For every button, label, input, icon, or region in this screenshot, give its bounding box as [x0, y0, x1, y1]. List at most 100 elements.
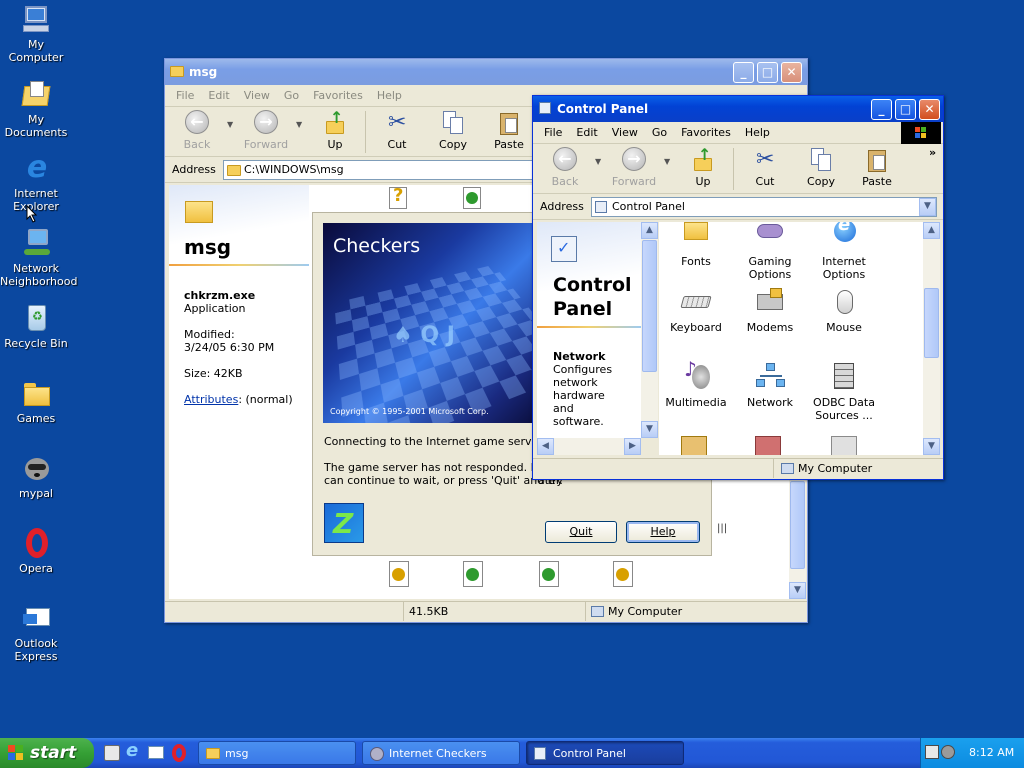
help-file-icon[interactable]: ?: [387, 185, 411, 209]
up-button[interactable]: ↑ Up: [315, 108, 355, 151]
up-label: Up: [695, 175, 711, 188]
cp-item-gaming-options[interactable]: Gaming Options: [733, 222, 807, 281]
maximize-button[interactable]: □: [757, 62, 778, 83]
cp-item-mouse[interactable]: Mouse: [807, 286, 881, 334]
opera-icon[interactable]: [172, 744, 186, 762]
menu-go[interactable]: Go: [284, 89, 299, 102]
forward-dropdown-icon[interactable]: ▼: [296, 120, 302, 129]
address-input[interactable]: Control Panel ▼: [591, 197, 937, 217]
exe-file-icon[interactable]: [537, 559, 561, 589]
minimize-button[interactable]: _: [733, 62, 754, 83]
back-dropdown-icon[interactable]: ▼: [227, 120, 233, 129]
back-button[interactable]: ← Back: [543, 147, 587, 188]
taskbar-button-msg[interactable]: msg: [198, 741, 356, 765]
scrollbar-thumb[interactable]: [642, 240, 657, 372]
scroll-left-arrow-icon[interactable]: ◀: [537, 438, 554, 455]
tray-app-icon[interactable]: [925, 745, 939, 759]
maximize-button[interactable]: □: [895, 99, 916, 120]
desktop-icon-games[interactable]: Games: [0, 377, 72, 425]
forward-arrow-icon: →: [622, 147, 646, 171]
menu-help[interactable]: Help: [745, 126, 770, 139]
control-panel-window[interactable]: Control Panel _ □ ✕ File Edit View Go Favori…: [532, 95, 944, 480]
scroll-down-arrow-icon[interactable]: ▼: [923, 438, 940, 455]
desktop-icon-my-computer[interactable]: My Computer: [0, 3, 72, 64]
paste-button[interactable]: Paste: [857, 147, 897, 188]
cp-item-network[interactable]: Network: [733, 361, 807, 409]
cp-item-internet-options[interactable]: e Internet Options: [807, 222, 881, 281]
menu-file[interactable]: File: [544, 126, 562, 139]
scrollbar-thumb[interactable]: [924, 288, 939, 358]
paste-button[interactable]: Paste: [489, 110, 529, 151]
desktop-icon-my-documents[interactable]: My Documents: [0, 78, 72, 139]
close-button[interactable]: ✕: [781, 62, 802, 83]
scroll-down-arrow-icon[interactable]: ▼: [641, 421, 658, 438]
control-panel-titlebar[interactable]: Control Panel _ □ ✕: [533, 96, 943, 122]
menu-view[interactable]: View: [612, 126, 638, 139]
copy-button[interactable]: Copy: [801, 147, 841, 188]
cp-item-fonts[interactable]: Fonts: [659, 222, 733, 268]
items-vertical-scrollbar[interactable]: ▲ ▼: [923, 222, 940, 455]
scroll-up-arrow-icon[interactable]: ▲: [923, 222, 940, 239]
msg-titlebar[interactable]: msg _ □ ✕: [165, 59, 807, 85]
clock[interactable]: 8:12 AM: [969, 738, 1014, 768]
menu-favorites[interactable]: Favorites: [313, 89, 363, 102]
start-button[interactable]: start: [0, 738, 94, 768]
menu-help[interactable]: Help: [377, 89, 402, 102]
desktop-icon-mypal[interactable]: mypal: [0, 452, 72, 500]
forward-button[interactable]: → Forward: [607, 147, 661, 188]
menu-edit[interactable]: Edit: [208, 89, 229, 102]
desktop-icon-outlook-express[interactable]: Outlook Express: [0, 602, 72, 663]
up-folder-icon: ↑: [689, 145, 717, 173]
back-dropdown-icon[interactable]: ▼: [595, 157, 601, 166]
desktop-icon-recycle-bin[interactable]: ♻ Recycle Bin: [0, 302, 72, 350]
menu-favorites[interactable]: Favorites: [681, 126, 731, 139]
outlook-express-icon[interactable]: [148, 746, 164, 759]
sidebar-vertical-scrollbar[interactable]: ▲ ▼: [641, 222, 658, 438]
exe-file-icon[interactable]: [387, 559, 411, 589]
attributes-link[interactable]: Attributes: [184, 393, 238, 406]
menu-file[interactable]: File: [176, 89, 194, 102]
copy-button[interactable]: Copy: [433, 110, 473, 151]
address-dropdown-icon[interactable]: ▼: [919, 198, 936, 216]
desktop-icon-internet-explorer[interactable]: e Internet Explorer: [0, 152, 72, 214]
show-desktop-icon[interactable]: [104, 745, 120, 761]
cut-button[interactable]: ✂ Cut: [377, 110, 417, 151]
exe-file-icon[interactable]: [461, 185, 485, 209]
exe-file-icon[interactable]: [461, 559, 485, 589]
back-button[interactable]: ← Back: [175, 110, 219, 151]
help-button[interactable]: Help: [626, 521, 700, 543]
menu-edit[interactable]: Edit: [576, 126, 597, 139]
tray-network-icon[interactable]: [941, 745, 955, 759]
cp-item-multimedia[interactable]: ♪ Multimedia: [659, 359, 733, 409]
up-button[interactable]: ↑ Up: [683, 145, 723, 188]
cp-item-modems[interactable]: Modems: [733, 286, 807, 334]
scroll-up-arrow-icon[interactable]: ▲: [641, 222, 658, 239]
scrollbar-thumb[interactable]: [790, 481, 805, 569]
scroll-right-arrow-icon[interactable]: ▶: [624, 438, 641, 455]
taskbar-button-control-panel[interactable]: Control Panel: [526, 741, 684, 765]
desktop-icon-network-neighborhood[interactable]: Network Neighborhood: [0, 227, 77, 288]
toolbar-overflow-button[interactable]: »: [929, 146, 936, 159]
quit-button[interactable]: Quit: [545, 521, 617, 543]
close-button[interactable]: ✕: [919, 99, 940, 120]
internet-explorer-icon[interactable]: e: [126, 740, 138, 761]
cp-item-partial[interactable]: [755, 436, 781, 455]
attributes-row: Attributes: (normal): [184, 393, 293, 406]
cp-item-keyboard[interactable]: Keyboard: [659, 286, 733, 334]
sidebar-horizontal-scrollbar[interactable]: ◀ ▶: [537, 438, 641, 455]
menu-go[interactable]: Go: [652, 126, 667, 139]
scroll-down-arrow-icon[interactable]: ▼: [789, 582, 806, 599]
cut-button[interactable]: ✂ Cut: [745, 147, 785, 188]
forward-button[interactable]: → Forward: [239, 110, 293, 151]
menu-view[interactable]: View: [244, 89, 270, 102]
taskbar-button-internet-checkers[interactable]: Internet Checkers: [362, 741, 520, 765]
cp-item-partial[interactable]: [681, 436, 707, 455]
forward-dropdown-icon[interactable]: ▼: [664, 157, 670, 166]
cp-item-odbc[interactable]: ODBC Data Sources ...: [807, 361, 881, 422]
cp-item-partial[interactable]: [831, 436, 857, 455]
address-bar: Address Control Panel ▼: [533, 194, 943, 220]
minimize-button[interactable]: _: [871, 99, 892, 120]
desktop-icon-opera[interactable]: Opera: [0, 527, 72, 575]
sidebar-item-desc-4: and: [553, 402, 574, 415]
exe-file-icon[interactable]: [611, 559, 635, 589]
